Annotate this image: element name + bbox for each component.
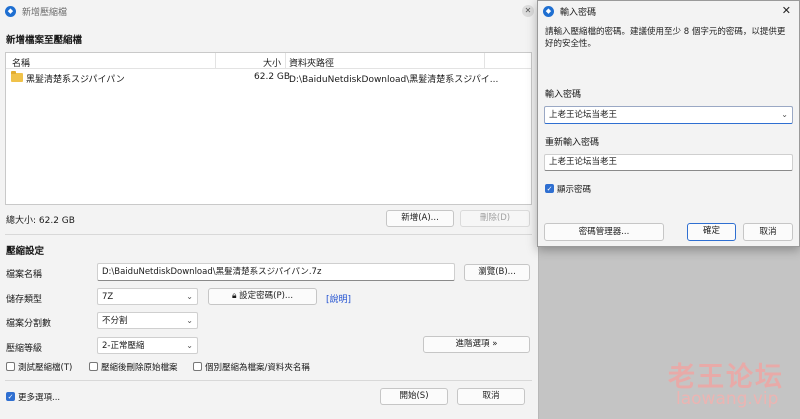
password-manager-button[interactable]: 密碼管理器... — [544, 223, 664, 241]
app-icon: ◆ — [543, 5, 554, 17]
file-list-header: 名稱 大小 資料夾路徑 — [6, 53, 531, 69]
column-header-size[interactable]: 大小 — [263, 56, 281, 69]
chevron-down-icon: ⌄ — [186, 341, 193, 350]
folder-icon — [11, 71, 23, 82]
delete-after-checkbox[interactable] — [89, 362, 98, 371]
test-archive-label: 測試壓縮檔(T) — [18, 363, 73, 373]
separate-archive-label: 個別壓縮為檔案/資料夾名稱 — [205, 363, 310, 373]
show-password-checkbox[interactable]: ✓ — [545, 184, 554, 193]
chevron-down-icon[interactable]: ⌄ — [781, 107, 788, 123]
password-description: 請輸入壓縮檔的密碼。建議使用至少 8 個字元的密碼，以提供更好的安全性。 — [545, 27, 786, 49]
level-value: 2-正常壓縮 — [102, 341, 145, 351]
start-button[interactable]: 開始(S) — [380, 388, 448, 405]
lock-icon: 🔒︎ — [231, 291, 237, 301]
password-value: 上老王论坛当老王 — [549, 110, 618, 120]
column-separator — [215, 53, 216, 68]
separate-archive-checkbox[interactable] — [193, 362, 202, 371]
split-select[interactable]: 不分割 ⌄ — [97, 312, 198, 329]
file-size: 62.2 GB — [254, 72, 291, 82]
settings-section-title: 壓縮設定 — [6, 246, 45, 257]
advanced-options-button[interactable]: 進階選項 » — [423, 336, 530, 353]
close-icon[interactable]: ✕ — [782, 4, 791, 17]
column-header-path[interactable]: 資料夾路徑 — [289, 56, 334, 69]
filename-label: 檔案名稱 — [6, 270, 43, 280]
more-options-checkbox[interactable]: ✓ — [6, 392, 15, 401]
more-options-label[interactable]: 更多選項... — [18, 391, 60, 403]
password-label: 輸入密碼 — [545, 90, 582, 100]
password-dialog-title: 輸入密碼 — [560, 7, 597, 18]
table-row[interactable]: 黑髮清楚系スジパイパン 62.2 GB D:\BaiduNetdiskDownl… — [6, 70, 531, 85]
confirm-password-label: 重新輸入密碼 — [545, 138, 600, 148]
total-size: 總大小: 62.2 GB — [6, 216, 75, 226]
add-files-section-title: 新增檔案至壓縮檔 — [6, 35, 83, 46]
file-name: 黑髮清楚系スジパイパン — [26, 75, 125, 85]
delete-after-label: 壓縮後刪除原始檔案 — [101, 363, 178, 373]
divider — [5, 234, 532, 235]
set-password-button[interactable]: 🔒︎ 設定密碼(P)... — [208, 288, 317, 305]
ok-button[interactable]: 確定 — [687, 223, 736, 241]
storage-type-select[interactable]: 7Z ⌄ — [97, 288, 198, 305]
cancel-button[interactable]: 取消 — [457, 388, 525, 405]
help-link[interactable]: [說明] — [326, 292, 351, 305]
file-path: D:\BaiduNetdiskDownload\黑髮清楚系スジパイ... — [289, 75, 499, 85]
level-select[interactable]: 2-正常壓縮 ⌄ — [97, 337, 198, 354]
column-separator — [285, 53, 286, 68]
show-password-label: 顯示密碼 — [557, 185, 592, 195]
password-dialog-titlebar: ◆ 輸入密碼 ✕ — [538, 1, 799, 21]
split-value: 不分割 — [102, 316, 128, 326]
test-archive-checkbox[interactable] — [6, 362, 15, 371]
titlebar: ◆ 新增壓縮檔 ✕ — [0, 0, 538, 22]
confirm-password-input[interactable]: 上老王论坛当老王 — [544, 154, 793, 171]
column-header-name[interactable]: 名稱 — [12, 56, 30, 69]
storage-type-value: 7Z — [102, 292, 114, 302]
storage-type-label: 儲存類型 — [6, 295, 43, 305]
chevron-down-icon: ⌄ — [186, 316, 193, 325]
split-label: 檔案分割數 — [6, 319, 52, 329]
app-icon: ◆ — [5, 5, 16, 17]
add-button[interactable]: 新增(A)... — [386, 210, 454, 227]
compress-window: ◆ 新增壓縮檔 ✕ 新增檔案至壓縮檔 名稱 大小 資料夾路徑 黑髮清楚系スジパイ… — [0, 0, 539, 419]
browse-button[interactable]: 瀏覽(B)... — [464, 264, 530, 281]
chevron-down-icon: ⌄ — [186, 292, 193, 301]
set-password-label: 設定密碼(P)... — [239, 291, 294, 301]
password-dialog: ◆ 輸入密碼 ✕ 請輸入壓縮檔的密碼。建議使用至少 8 個字元的密碼，以提供更好… — [537, 0, 800, 247]
password-cancel-button[interactable]: 取消 — [743, 223, 793, 241]
file-list[interactable]: 名稱 大小 資料夾路徑 黑髮清楚系スジパイパン 62.2 GB D:\Baidu… — [5, 52, 532, 205]
watermark-url: laowang.vip — [676, 389, 779, 409]
password-input[interactable]: 上老王论坛当老王 ⌄ — [544, 106, 793, 124]
close-icon[interactable]: ✕ — [522, 5, 534, 17]
delete-button[interactable]: 刪除(D) — [460, 210, 530, 227]
filename-input[interactable]: D:\BaiduNetdiskDownload\黑髮清楚系スジパイパン.7z — [97, 263, 455, 281]
window-title: 新增壓縮檔 — [22, 7, 68, 18]
column-separator — [484, 53, 485, 68]
level-label: 壓縮等級 — [6, 344, 43, 354]
divider — [5, 380, 532, 381]
